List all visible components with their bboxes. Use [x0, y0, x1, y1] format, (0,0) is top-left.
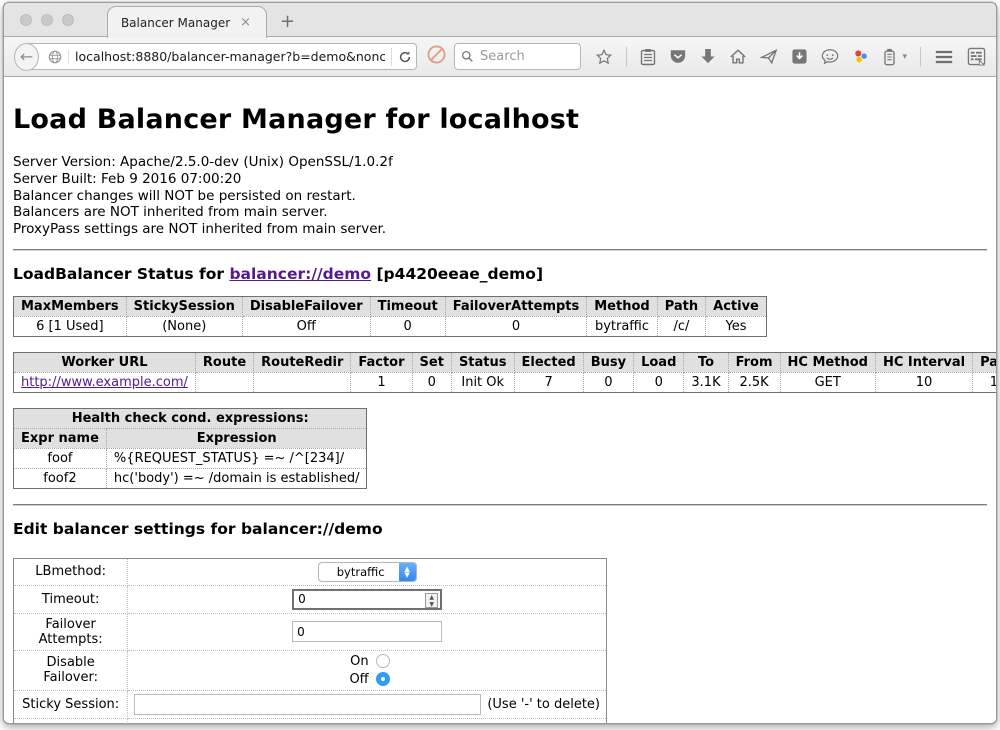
send-tab-icon[interactable] — [760, 48, 778, 65]
balancer-status-table: MaxMembers StickySession DisableFailover… — [13, 296, 767, 337]
table-row: foof2 hc('body') =~ /domain is establish… — [14, 468, 367, 488]
home-icon[interactable] — [729, 48, 747, 65]
browser-window: Balancer Manager × + ← localhost:8880/ba… — [3, 2, 997, 724]
disable-failover-label: Disable Failover: — [14, 650, 128, 690]
server-info: Server Version: Apache/2.5.0-dev (Unix) … — [13, 154, 987, 238]
table-header-row: MaxMembers StickySession DisableFailover… — [14, 296, 767, 316]
edit-balancer-heading: Edit balancer settings for balancer://de… — [13, 520, 987, 538]
col-path: Path — [657, 296, 705, 316]
lbmethod-selected-value: bytraffic — [319, 565, 399, 579]
table-row: foof %{REQUEST_STATUS} =~ /^[234]/ — [14, 448, 367, 468]
worker-status-table: Worker URL Route RouteRedir Factor Set S… — [13, 352, 996, 393]
new-tab-button[interactable]: + — [280, 11, 295, 32]
tab-balancer-manager[interactable]: Balancer Manager × — [107, 6, 267, 38]
disable-failover-off-radio[interactable] — [376, 672, 390, 686]
page-title: Load Balancer Manager for localhost — [13, 104, 987, 135]
feedback-smiley-icon[interactable] — [821, 48, 839, 65]
sticky-session-hint: (Use '-' to delete) — [487, 697, 600, 712]
col-failoverattempts: FailoverAttempts — [445, 296, 587, 316]
sticky-session-label: Sticky Session: — [14, 690, 128, 718]
search-bar[interactable]: Search — [454, 43, 581, 70]
reload-icon[interactable] — [398, 50, 412, 64]
off-label: Off — [345, 672, 369, 687]
divider — [13, 504, 987, 506]
on-label: On — [345, 654, 369, 669]
col-method: Method — [587, 296, 657, 316]
divider — [13, 249, 987, 251]
health-title-row: Health check cond. expressions: — [14, 408, 367, 428]
extension-grid-icon[interactable] — [967, 47, 986, 66]
lbmethod-select[interactable]: bytraffic ▲▼ — [318, 562, 417, 582]
health-table-title: Health check cond. expressions: — [14, 408, 367, 428]
col-disablefailover: DisableFailover — [242, 296, 370, 316]
url-text[interactable]: localhost:8880/balancer-manager?b=demo&n… — [75, 49, 385, 64]
page-content: Load Balancer Manager for localhost Serv… — [4, 77, 996, 724]
navigation-toolbar: ← localhost:8880/balancer-manager?b=demo… — [4, 37, 996, 77]
site-identity-globe-icon[interactable] — [46, 50, 69, 64]
server-built-line: Server Built: Feb 9 2016 07:00:20 — [13, 171, 987, 188]
select-stepper-icon: ▲▼ — [399, 562, 416, 582]
add-new-worker-label: Add New Worker: — [14, 718, 128, 724]
close-window-button[interactable] — [20, 14, 32, 26]
persist-note-line: Balancer changes will NOT be persisted o… — [13, 188, 987, 205]
save-panel-icon[interactable] — [791, 48, 808, 65]
tab-close-icon[interactable]: × — [238, 15, 253, 30]
search-icon — [461, 50, 474, 63]
pocket-icon[interactable] — [669, 48, 687, 65]
health-check-table: Health check cond. expressions: Expr nam… — [13, 408, 367, 489]
timeout-label: Timeout: — [14, 585, 128, 613]
minimize-window-button[interactable] — [41, 14, 53, 26]
col-active: Active — [706, 296, 767, 316]
sticky-session-input[interactable] — [134, 694, 481, 715]
battery-icon[interactable] — [883, 48, 896, 66]
table-header-row: Worker URL Route RouteRedir Factor Set S… — [14, 352, 997, 372]
status-heading-suffix: [p4420eeae_demo] — [371, 265, 543, 283]
url-bar[interactable]: localhost:8880/balancer-manager?b=demo&n… — [25, 43, 417, 70]
overflow-caret-icon[interactable]: ▾ — [902, 52, 907, 62]
table-header-row: Expr name Expression — [14, 428, 367, 448]
menu-icon[interactable] — [934, 49, 954, 65]
bookmark-star-icon[interactable] — [595, 48, 613, 66]
table-row: http://www.example.com/ 1 0 Init Ok 7 0 … — [14, 372, 997, 392]
toolbar-separator — [626, 47, 627, 67]
worker-url-link[interactable]: http://www.example.com/ — [21, 375, 188, 390]
inherit-note-line: Balancers are NOT inherited from main se… — [13, 204, 987, 221]
col-stickysession: StickySession — [126, 296, 242, 316]
extension-dots-icon[interactable] — [852, 48, 870, 66]
downloads-icon[interactable] — [700, 48, 716, 65]
window-controls[interactable] — [20, 14, 74, 26]
tab-bar: Balancer Manager × + — [4, 3, 996, 37]
table-row: 6 [1 Used] (None) Off 0 0 bytraffic /c/ … — [14, 316, 767, 336]
disable-failover-on-radio[interactable] — [376, 654, 390, 668]
tab-title: Balancer Manager — [121, 16, 230, 30]
col-timeout: Timeout — [370, 296, 445, 316]
lbmethod-label: LBmethod: — [14, 558, 128, 585]
server-version-line: Server Version: Apache/2.5.0-dev (Unix) … — [13, 154, 987, 171]
timeout-input[interactable] — [292, 589, 442, 610]
toolbar-separator — [920, 47, 921, 67]
proxypass-note-line: ProxyPass settings are NOT inherited fro… — [13, 221, 987, 238]
status-heading-prefix: LoadBalancer Status for — [13, 265, 229, 283]
failover-attempts-input[interactable] — [292, 621, 442, 642]
url-separator — [391, 48, 392, 66]
zoom-window-button[interactable] — [62, 14, 74, 26]
loadbalancer-status-heading: LoadBalancer Status for balancer://demo … — [13, 265, 987, 283]
search-placeholder: Search — [480, 49, 525, 64]
content-blocked-icon[interactable] — [427, 45, 446, 68]
back-button[interactable]: ← — [14, 43, 39, 71]
failover-attempts-label: Failover Attempts: — [14, 613, 128, 650]
edit-balancer-form: LBmethod: bytraffic ▲▼ Timeout: ▲▼ — [13, 558, 607, 724]
col-maxmembers: MaxMembers — [14, 296, 127, 316]
reading-list-icon[interactable] — [640, 48, 656, 66]
balancer-demo-link[interactable]: balancer://demo — [229, 265, 371, 283]
number-spinner-icon[interactable]: ▲▼ — [425, 593, 438, 608]
